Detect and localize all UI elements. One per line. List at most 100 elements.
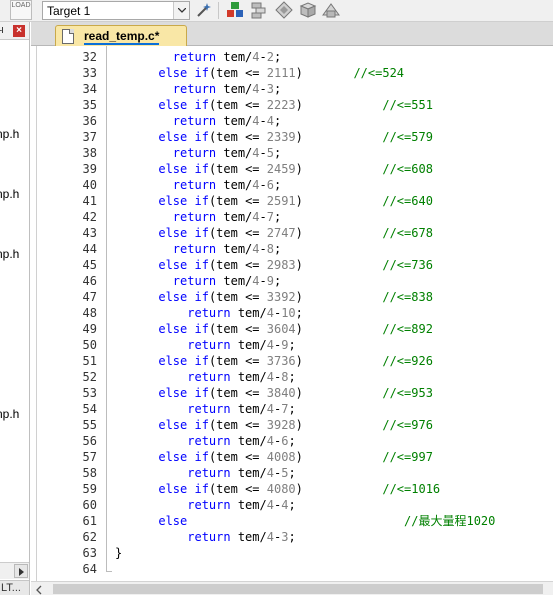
number-token: 3 [266,82,274,96]
code-token: (tem <= [208,226,267,240]
number-token: 4 [252,146,260,160]
line-number: 47 [82,290,97,304]
tab-read-temp[interactable]: read_temp.c* [55,25,187,47]
code-line[interactable]: return tem/4-4; [115,497,295,513]
line-number: 58 [82,466,97,480]
code-line[interactable]: return tem/4-4; [115,113,281,129]
keyword-token: else [158,386,188,400]
close-icon[interactable]: × [13,25,25,37]
number-token: 2223 [266,98,296,112]
code-line[interactable]: return tem/4-3; [115,81,281,97]
editor-horizontal-scrollbar[interactable] [31,581,553,595]
number-token: 2 [266,50,274,64]
code-line[interactable]: return tem/4-7; [115,209,281,225]
code-token: ) [295,418,383,432]
comment-token: //最大量程1020 [404,514,496,528]
toolbar: LOAD Target 1 [0,0,553,22]
code-line[interactable]: return tem/4-5; [115,145,281,161]
line-number: 48 [82,306,97,320]
code-line[interactable]: else if(tem <= 2983) //<=736 [115,257,433,273]
code-line[interactable]: else if(tem <= 2111) //<=524 [115,65,404,81]
code-line[interactable]: else if(tem <= 2339) //<=579 [115,129,433,145]
code-line[interactable]: return tem/4-8; [115,241,281,257]
code-line[interactable]: else if(tem <= 4080) //<=1016 [115,481,440,497]
number-token: 3928 [266,418,296,432]
line-number: 62 [82,530,97,544]
keyword-token: if [194,450,209,464]
number-token: 4 [252,82,260,96]
code-token: tem/ [230,434,267,448]
number-token: 4 [266,402,274,416]
code-line[interactable]: else if(tem <= 3392) //<=838 [115,289,433,305]
code-token: tem/ [216,146,253,160]
code-token: ) [295,258,383,272]
project-pane-scrollbar[interactable] [0,562,29,579]
code-token: tem/ [230,306,267,320]
code-editor[interactable]: 32 33 34 35 36 37 38 39 40 41 42 43 44 45 46 47 48 49 50 51… [31,46,553,581]
project-file-item[interactable]: np.h [0,187,19,201]
line-number: 57 [82,450,97,464]
code-line[interactable]: else if(tem <= 2591) //<=640 [115,193,433,209]
code-line[interactable]: else if(tem <= 3840) //<=953 [115,385,433,401]
code-line[interactable]: return tem/4-6; [115,177,281,193]
manage-components-icon[interactable] [226,1,244,19]
pack-installer-icon[interactable] [299,1,317,19]
line-number: 38 [82,146,97,160]
code-line[interactable]: return tem/4-6; [115,433,295,449]
load-icon[interactable]: LOAD [10,0,32,20]
code-line[interactable]: return tem/4-8; [115,369,295,385]
code-line[interactable]: else if(tem <= 4008) //<=997 [115,449,433,465]
code-token: - [259,274,267,288]
code-line[interactable]: return tem/4-3; [115,529,295,545]
code-line[interactable]: else if(tem <= 3604) //<=892 [115,321,433,337]
project-file-item[interactable]: np.h [0,247,19,261]
code-line[interactable]: return tem/4-5; [115,465,295,481]
project-pane-header: ч × [0,22,29,40]
project-bottom-tab[interactable]: LT... [0,580,29,595]
code-line[interactable]: return tem/4-7; [115,401,296,417]
code-line[interactable]: } [115,545,122,561]
code-line[interactable]: return tem/4-2; [115,49,281,65]
tree-expander[interactable] [0,366,3,375]
code-line[interactable]: return tem/4-9; [115,337,295,353]
line-number: 55 [82,418,97,432]
code-line[interactable]: else if(tem <= 2459) //<=608 [115,161,433,177]
code-line[interactable]: else //最大量程1020 [115,513,495,529]
keyword-token: return [187,402,231,416]
code-line[interactable]: else if(tem <= 2223) //<=551 [115,97,433,113]
project-file-item[interactable]: np.h [0,127,19,141]
comment-token: //<=579 [382,130,433,144]
keyword-token: if [194,130,209,144]
keyword-token: return [172,114,217,128]
pin-icon[interactable]: ч [0,24,4,36]
scrollbar-thumb[interactable] [53,584,543,594]
code-token: tem/ [230,338,267,352]
code-token: ; [295,306,303,320]
code-line[interactable]: else if(tem <= 3928) //<=976 [115,417,433,433]
options-wand-icon[interactable] [195,1,213,19]
code-token: ; [288,402,296,416]
scroll-left-icon[interactable] [34,584,44,595]
project-file-item[interactable]: np.h [0,407,19,421]
code-token: ; [273,210,282,224]
manage-run-icon[interactable] [322,1,340,19]
code-token: (tem <= [208,162,267,176]
number-token: 8 [266,242,274,256]
keyword-token: return [187,434,231,448]
code-token: ) [295,482,383,496]
select-packs-icon[interactable] [275,1,293,19]
file-extensions-icon[interactable] [250,1,268,19]
code-line[interactable]: else if(tem <= 2747) //<=678 [115,225,433,241]
chevron-down-icon[interactable] [173,2,189,19]
code-line[interactable]: return tem/4-10; [115,305,303,321]
scroll-right-icon[interactable] [14,564,28,578]
code-line[interactable]: else if(tem <= 3736) //<=926 [115,353,433,369]
keyword-token: if [194,386,209,400]
code-line[interactable]: return tem/4-9; [115,273,281,289]
target-select[interactable]: Target 1 [42,1,190,20]
